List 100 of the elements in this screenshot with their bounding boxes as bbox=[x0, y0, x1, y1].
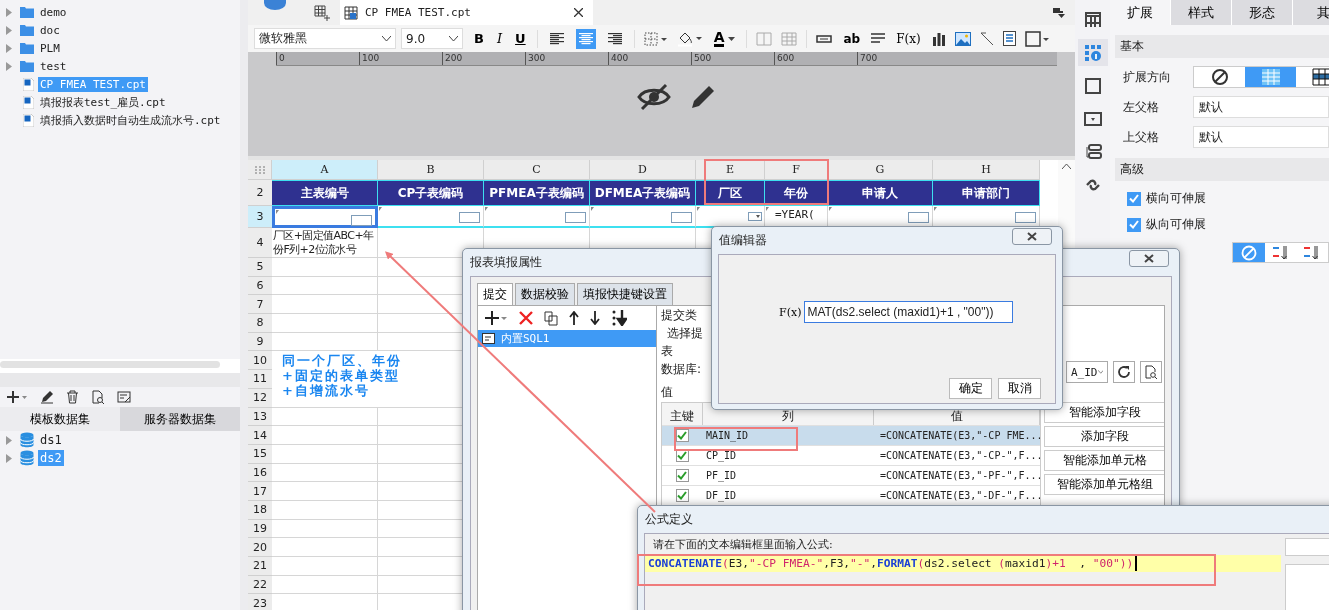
row-number[interactable]: 17 bbox=[248, 482, 272, 501]
move-bottom-icon[interactable] bbox=[611, 310, 627, 326]
close-button[interactable] bbox=[1012, 228, 1052, 245]
scrollbar-thumb[interactable] bbox=[0, 361, 220, 368]
subreport-icon[interactable] bbox=[1002, 31, 1016, 46]
add-icon[interactable] bbox=[484, 310, 508, 326]
select-all-icon[interactable] bbox=[248, 160, 272, 180]
dialog-tab[interactable]: 数据校验 bbox=[515, 283, 575, 305]
dataset-tab[interactable]: 服务器数据集 bbox=[120, 407, 240, 431]
column-header[interactable]: B bbox=[378, 160, 484, 180]
slash-icon[interactable] bbox=[979, 31, 994, 46]
table-cell[interactable] bbox=[272, 206, 378, 228]
file-tree-item[interactable]: 填报插入数据时自动生成流水号.cpt bbox=[38, 111, 223, 129]
pencil-icon[interactable] bbox=[40, 390, 54, 404]
text-button[interactable]: ab bbox=[841, 28, 863, 49]
row-number[interactable]: 20 bbox=[248, 538, 272, 557]
checkbox[interactable] bbox=[675, 469, 689, 482]
preview-button[interactable] bbox=[1140, 361, 1162, 383]
top-parent-field[interactable]: 默认 bbox=[1193, 126, 1329, 148]
close-icon[interactable] bbox=[573, 8, 583, 17]
row-number[interactable]: 8 bbox=[248, 314, 272, 333]
window-menu-icon[interactable] bbox=[1053, 7, 1065, 18]
dataset-item[interactable]: ds1 bbox=[38, 432, 64, 448]
add-field-button[interactable]: 智能添加单元格 bbox=[1044, 450, 1164, 471]
bold-button[interactable]: B bbox=[472, 28, 486, 49]
new-report-icon[interactable] bbox=[314, 4, 330, 21]
font-size-select[interactable]: 9.0 bbox=[401, 28, 463, 49]
dialog-button[interactable]: 确定 bbox=[949, 378, 992, 399]
table-select[interactable]: A_ID bbox=[1066, 361, 1108, 383]
checkbox[interactable] bbox=[1127, 191, 1141, 206]
underline-button[interactable]: U bbox=[513, 28, 528, 49]
add-icon[interactable] bbox=[6, 390, 28, 404]
dataset-tab[interactable]: 模板数据集 bbox=[0, 407, 120, 431]
table-row[interactable]: CP_ID =CONCATENATE(E3,"-CP-",F... bbox=[662, 445, 1040, 465]
sort-none-option[interactable] bbox=[1233, 243, 1265, 262]
italic-button[interactable]: I bbox=[494, 28, 505, 49]
checkbox[interactable] bbox=[1127, 217, 1141, 232]
paragraph-icon[interactable] bbox=[871, 32, 886, 45]
column-header[interactable]: H bbox=[933, 160, 1040, 180]
row-number[interactable]: 7 bbox=[248, 295, 272, 315]
frame-icon[interactable] bbox=[1024, 30, 1049, 47]
formula-button[interactable]: F(x) bbox=[894, 28, 923, 49]
search-field[interactable] bbox=[1285, 538, 1329, 556]
split-cells-icon[interactable] bbox=[781, 31, 798, 46]
dialog-tab[interactable]: 提交 bbox=[477, 283, 513, 305]
delete-icon[interactable] bbox=[519, 311, 533, 325]
font-color-button[interactable]: A bbox=[711, 28, 738, 49]
edit-dataset-icon[interactable] bbox=[117, 390, 132, 404]
eye-off-icon[interactable] bbox=[636, 83, 671, 111]
scroll-up-icon[interactable] bbox=[1062, 163, 1071, 169]
font-family-select[interactable]: 微软雅黑 bbox=[254, 28, 396, 49]
properties-tab[interactable]: 样式 bbox=[1171, 0, 1232, 25]
row-number[interactable]: 11 bbox=[248, 370, 272, 389]
properties-tab[interactable]: 形态 bbox=[1232, 0, 1293, 25]
formula-button[interactable]: F(x) bbox=[779, 305, 802, 319]
file-tree-item[interactable]: test bbox=[38, 58, 69, 74]
properties-tab[interactable]: 其 bbox=[1293, 0, 1329, 25]
column-header[interactable]: D bbox=[590, 160, 696, 180]
row-number[interactable]: 10 bbox=[248, 351, 272, 371]
add-field-button[interactable]: 添加字段 bbox=[1044, 426, 1164, 447]
column-header[interactable]: C bbox=[484, 160, 590, 180]
merge-cells-icon[interactable] bbox=[756, 31, 773, 46]
text-field-icon[interactable] bbox=[816, 34, 833, 43]
document-tab[interactable]: CP FMEA TEST.cpt bbox=[340, 0, 593, 25]
row-number[interactable]: 23 bbox=[248, 594, 272, 610]
checkbox[interactable] bbox=[675, 489, 689, 502]
row-number[interactable]: 4 bbox=[248, 228, 272, 258]
add-field-button[interactable]: 智能添加字段 bbox=[1044, 402, 1164, 423]
copy-icon[interactable] bbox=[544, 310, 558, 326]
image-icon[interactable] bbox=[954, 31, 971, 46]
close-button[interactable] bbox=[1129, 250, 1169, 267]
dialog-tab[interactable]: 填报快捷键设置 bbox=[577, 283, 673, 305]
table-row[interactable]: PF_ID =CONCATENATE(E3,"-PF-",F... bbox=[662, 465, 1040, 485]
dialog-button[interactable]: 取消 bbox=[998, 378, 1041, 399]
file-tree-item[interactable]: PLM bbox=[38, 40, 62, 56]
column-header[interactable]: A bbox=[272, 160, 378, 180]
add-field-button[interactable]: 智能添加单元格组 bbox=[1044, 474, 1164, 495]
attributes-properties-icon[interactable] bbox=[1077, 39, 1108, 66]
arrow-up-icon[interactable] bbox=[569, 311, 579, 325]
trash-icon[interactable] bbox=[66, 390, 79, 404]
file-tree-item[interactable]: demo bbox=[38, 4, 69, 20]
left-parent-field[interactable]: 默认 bbox=[1193, 96, 1329, 118]
bar-chart-icon[interactable] bbox=[931, 31, 946, 46]
table-row[interactable]: MAIN_ID =CONCATENATE(E3,"-CP FME... bbox=[662, 425, 1040, 445]
preview-icon[interactable] bbox=[91, 390, 105, 404]
file-tree-item[interactable]: 填报报表test_雇员.cpt bbox=[38, 93, 168, 111]
align-center-button[interactable] bbox=[575, 28, 596, 49]
row-number[interactable]: 5 bbox=[248, 258, 272, 277]
file-tree-item[interactable]: doc bbox=[38, 22, 62, 38]
row-number[interactable]: 3 bbox=[248, 206, 272, 228]
attributes-icon bbox=[1083, 43, 1102, 62]
value-input-field[interactable]: MAT(ds2.select (maxid1)+1 , "00")) bbox=[804, 301, 1014, 323]
row-number[interactable]: 2 bbox=[248, 180, 272, 206]
refresh-button[interactable] bbox=[1113, 361, 1135, 383]
row-number[interactable]: 21 bbox=[248, 557, 272, 576]
fill-bucket-icon[interactable] bbox=[676, 30, 703, 47]
border-icon[interactable] bbox=[643, 31, 668, 46]
column-header[interactable]: G bbox=[828, 160, 933, 180]
row-number[interactable]: 14 bbox=[248, 426, 272, 445]
arrow-down-icon[interactable] bbox=[590, 311, 600, 325]
